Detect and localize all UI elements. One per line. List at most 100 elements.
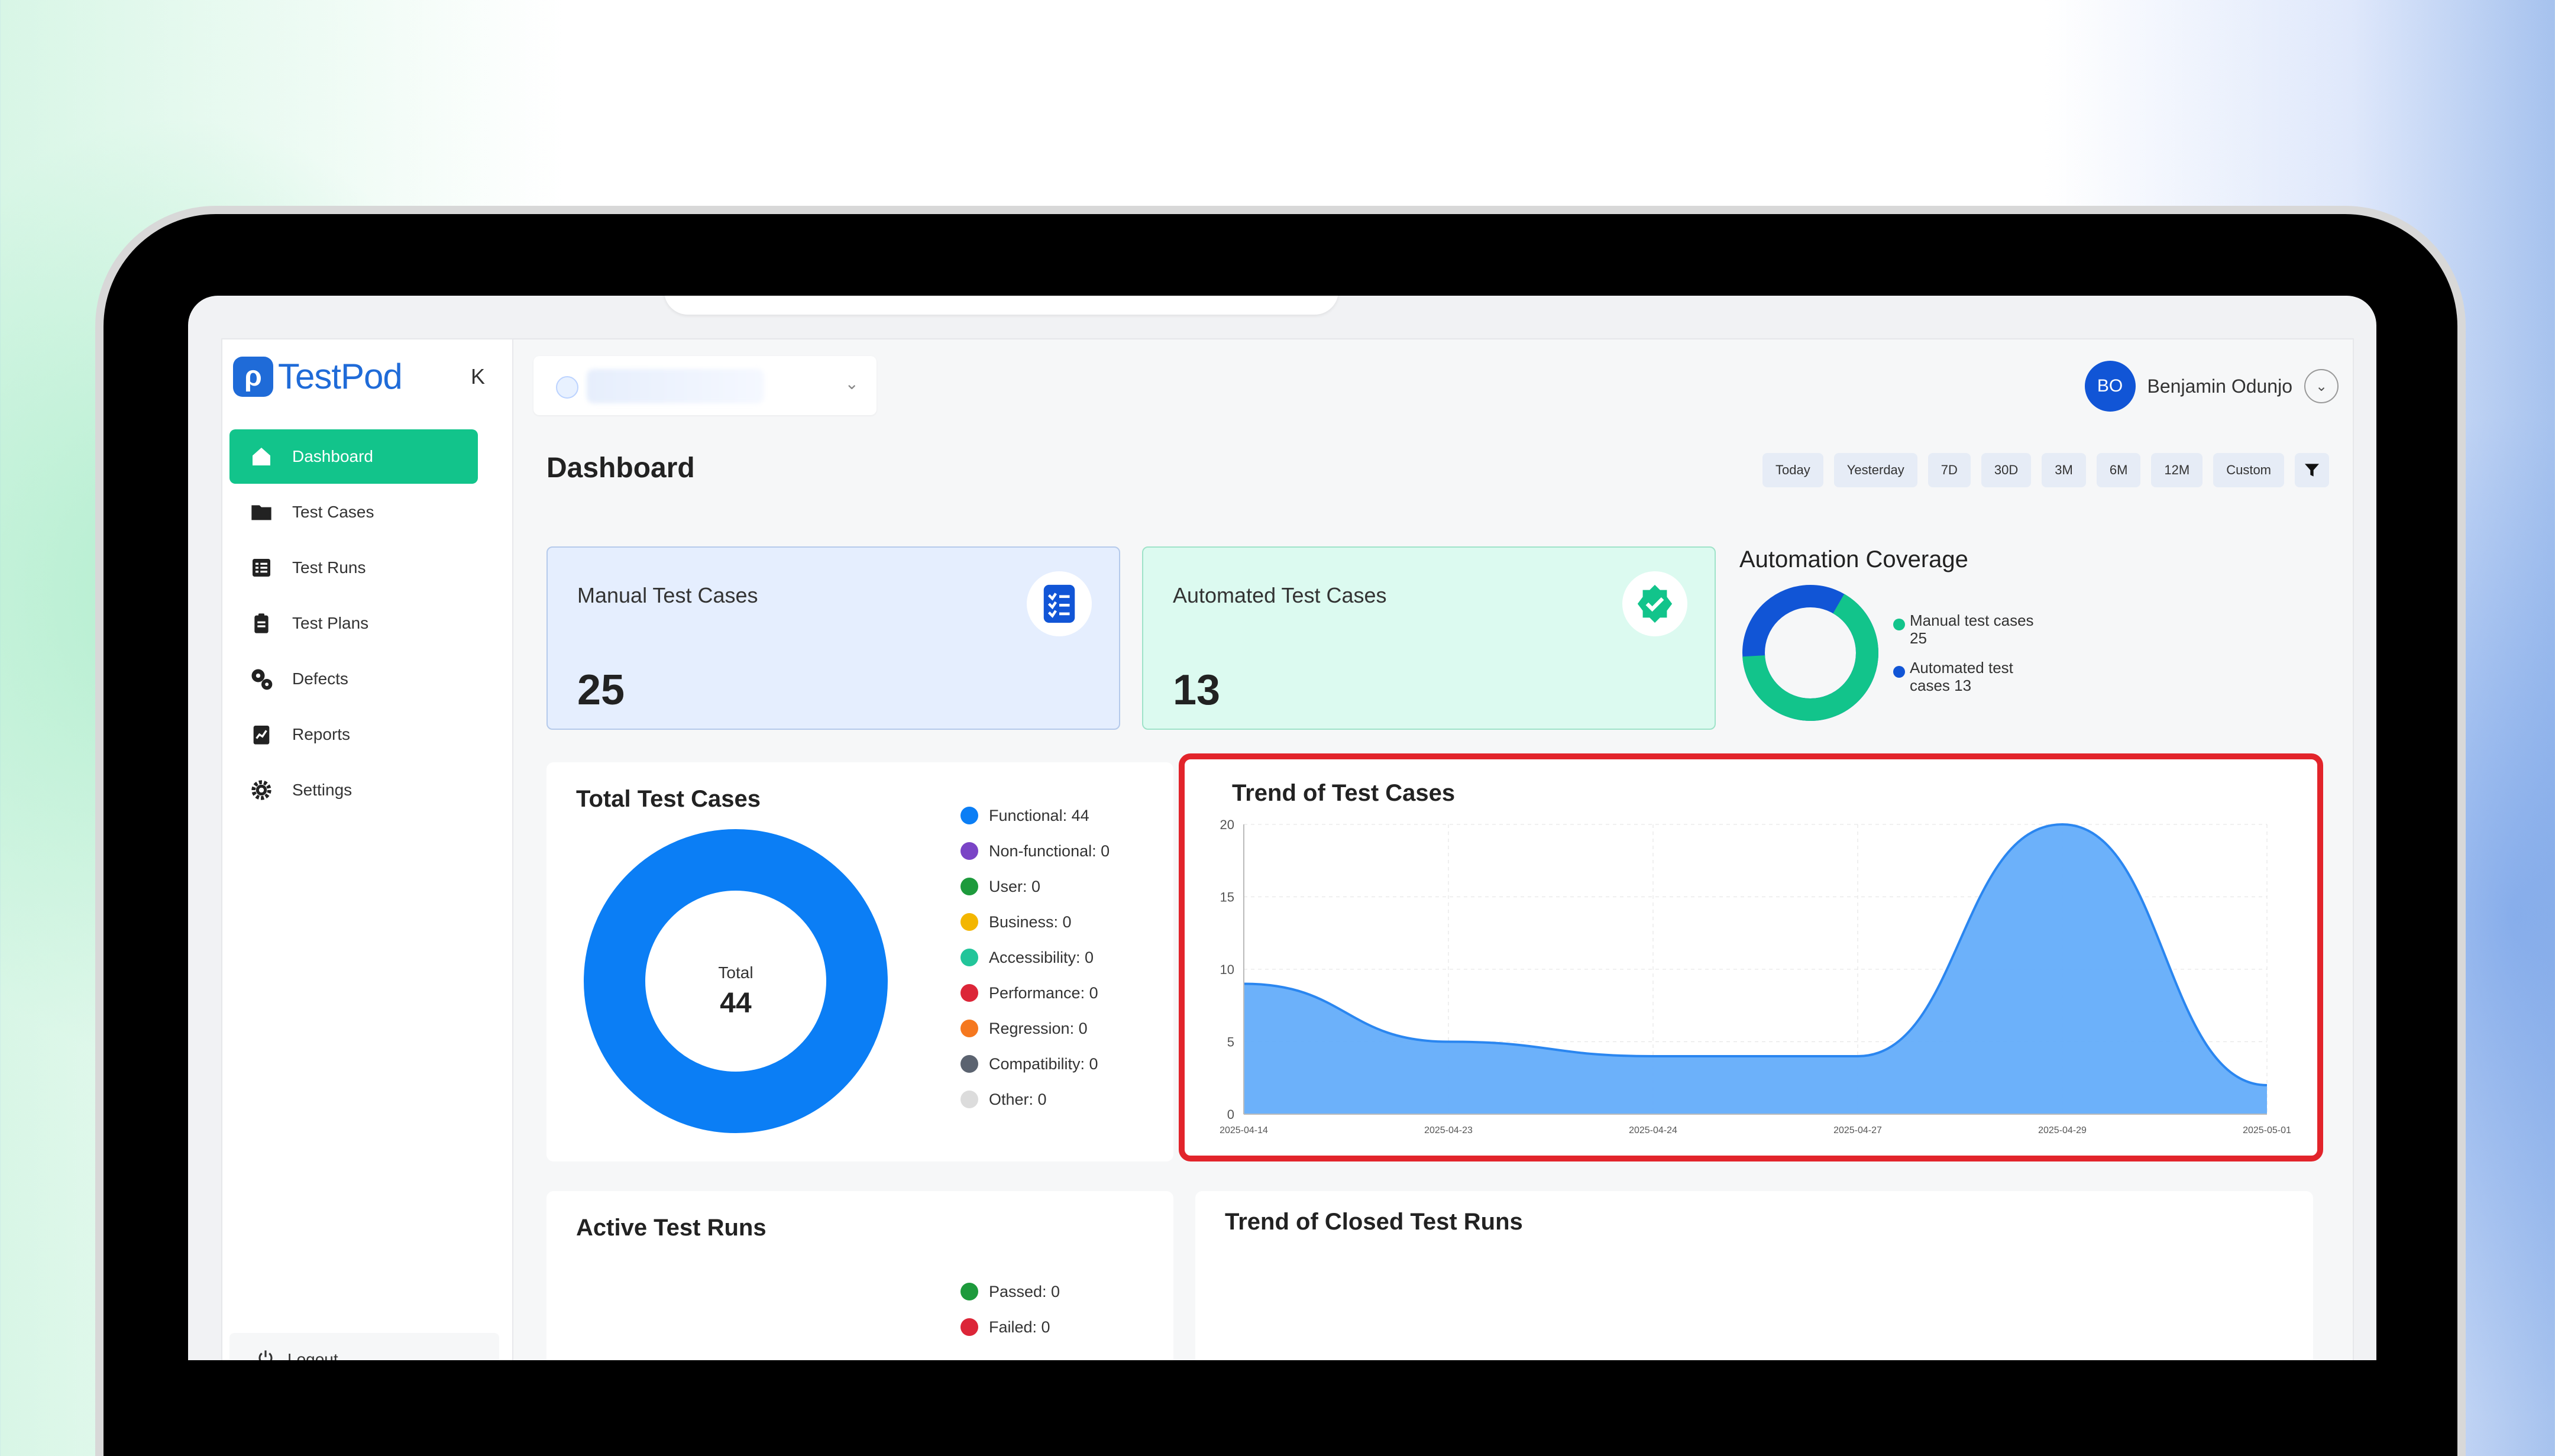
y-tick-label: 5 bbox=[1227, 1035, 1234, 1050]
range-7d-button[interactable]: 7D bbox=[1928, 453, 1971, 487]
device-power-button bbox=[396, 206, 482, 214]
range-custom-button[interactable]: Custom bbox=[2213, 453, 2284, 487]
sidebar-item-test-runs[interactable]: Test Runs bbox=[229, 541, 478, 595]
clipboard-icon bbox=[248, 610, 274, 636]
app-screen: ρ TestPod K Dashboard Test Cases bbox=[188, 296, 2376, 1360]
x-tick-label: 2025-04-14 bbox=[1220, 1125, 1268, 1135]
legend-item: Functional: 44 bbox=[960, 798, 1110, 833]
sidebar-item-dashboard[interactable]: Dashboard bbox=[229, 429, 478, 484]
range-3m-button[interactable]: 3M bbox=[2042, 453, 2086, 487]
stat-label: Automated Test Cases bbox=[1173, 583, 1387, 608]
legend-item: Compatibility: 0 bbox=[960, 1046, 1110, 1082]
sidebar-item-label: Reports bbox=[292, 725, 350, 744]
x-tick-label: 2025-04-29 bbox=[2038, 1125, 2087, 1135]
chevron-down-icon[interactable]: ⌄ bbox=[2304, 369, 2339, 403]
range-12m-button[interactable]: 12M bbox=[2151, 453, 2203, 487]
home-icon bbox=[248, 444, 274, 470]
folder-icon bbox=[248, 499, 274, 525]
checklist-icon bbox=[1027, 571, 1092, 636]
total-test-cases-card: Total Test Cases Total 44 Functional: 44… bbox=[546, 762, 1173, 1161]
total-legend: Functional: 44 Non-functional: 0 User: 0… bbox=[960, 798, 1110, 1117]
logout-button[interactable]: Logout bbox=[229, 1333, 499, 1360]
automation-coverage-widget: Automation Coverage Manual test cases 25… bbox=[1739, 546, 2035, 730]
legend-item: Business: 0 bbox=[960, 904, 1110, 940]
y-tick-label: 0 bbox=[1227, 1107, 1234, 1122]
sidebar-item-test-plans[interactable]: Test Plans bbox=[229, 596, 478, 651]
sidebar-item-label: Dashboard bbox=[292, 447, 373, 466]
sidebar-item-label: Test Runs bbox=[292, 558, 366, 577]
bug-gear-icon bbox=[248, 666, 274, 692]
legend-item: Regression: 0 bbox=[960, 1011, 1110, 1046]
x-tick-label: 2025-04-27 bbox=[1833, 1125, 1882, 1135]
range-6m-button[interactable]: 6M bbox=[2097, 453, 2141, 487]
sidebar-item-defects[interactable]: Defects bbox=[229, 652, 478, 706]
user-menu[interactable]: BO Benjamin Odunjo ⌄ bbox=[2085, 361, 2339, 412]
x-tick-label: 2025-04-24 bbox=[1629, 1125, 1677, 1135]
y-tick-label: 20 bbox=[1220, 817, 1234, 832]
logout-label: Logout bbox=[287, 1350, 338, 1360]
sidebar-item-label: Settings bbox=[292, 781, 352, 800]
sidebar-item-label: Test Plans bbox=[292, 614, 368, 633]
logo-text: TestPod bbox=[278, 356, 402, 397]
main-content: ⌄ BO Benjamin Odunjo ⌄ Dashboard Today Y… bbox=[512, 339, 2353, 1360]
browser-notch bbox=[664, 296, 1338, 315]
verified-badge-icon bbox=[1622, 571, 1687, 636]
avatar: BO bbox=[2085, 361, 2136, 412]
legend-item-automated: Automated test cases 13 bbox=[1893, 659, 2035, 694]
card-title: Total Test Cases bbox=[576, 786, 761, 813]
card-title: Trend of Closed Test Runs bbox=[1225, 1209, 1523, 1235]
filter-button[interactable] bbox=[2295, 453, 2329, 487]
coverage-title: Automation Coverage bbox=[1739, 546, 2035, 573]
x-tick-label: 2025-05-01 bbox=[2243, 1125, 2291, 1135]
coverage-donut[interactable] bbox=[1739, 582, 1881, 724]
sidebar-item-label: Defects bbox=[292, 669, 348, 688]
testpod-logo-icon: ρ bbox=[233, 357, 273, 397]
stat-label: Manual Test Cases bbox=[577, 583, 758, 608]
card-title: Active Test Runs bbox=[576, 1215, 767, 1241]
range-today-button[interactable]: Today bbox=[1762, 453, 1823, 487]
legend-item: Non-functional: 0 bbox=[960, 833, 1110, 869]
page-title: Dashboard bbox=[546, 452, 695, 484]
range-yesterday-button[interactable]: Yesterday bbox=[1834, 453, 1917, 487]
trend-of-closed-test-runs-card: Trend of Closed Test Runs bbox=[1195, 1191, 2313, 1360]
sidebar-item-reports[interactable]: Reports bbox=[229, 707, 478, 762]
device-volume-button bbox=[283, 206, 368, 214]
stat-value: 13 bbox=[1173, 666, 1220, 714]
range-30d-button[interactable]: 30D bbox=[1981, 453, 2031, 487]
project-name-redacted bbox=[587, 369, 764, 403]
legend-item: Performance: 0 bbox=[960, 975, 1110, 1011]
app-frame: ρ TestPod K Dashboard Test Cases bbox=[221, 338, 2354, 1360]
power-icon bbox=[257, 1349, 274, 1361]
legend-item: Other: 0 bbox=[960, 1082, 1110, 1117]
sidebar-item-settings[interactable]: Settings bbox=[229, 763, 478, 817]
date-range-filter: Today Yesterday 7D 30D 3M 6M 12M Custom bbox=[1762, 453, 2329, 487]
active-runs-legend: Passed: 0 Failed: 0 bbox=[960, 1274, 1060, 1345]
trend-chart[interactable]: 051015202025-04-142025-04-232025-04-2420… bbox=[1208, 813, 2308, 1156]
gear-icon bbox=[248, 777, 274, 803]
chevron-down-icon: ⌄ bbox=[845, 374, 859, 393]
list-icon bbox=[248, 555, 274, 581]
user-name: Benjamin Odunjo bbox=[2148, 376, 2292, 397]
legend-item: Passed: 0 bbox=[960, 1274, 1060, 1309]
card-title: Trend of Test Cases bbox=[1232, 780, 1455, 807]
manual-test-cases-card[interactable]: Manual Test Cases 25 bbox=[546, 546, 1120, 730]
donut-center-value: 44 bbox=[582, 987, 890, 1020]
legend-item: Accessibility: 0 bbox=[960, 940, 1110, 975]
donut-center-label: Total bbox=[582, 963, 890, 982]
collapse-sidebar-button[interactable]: K bbox=[471, 364, 485, 389]
filter-icon bbox=[2302, 461, 2321, 480]
coverage-legend: Manual test cases 25 Automated test case… bbox=[1893, 611, 2035, 706]
legend-item: User: 0 bbox=[960, 869, 1110, 904]
sidebar-item-test-cases[interactable]: Test Cases bbox=[229, 485, 478, 539]
project-selector[interactable]: ⌄ bbox=[533, 356, 877, 415]
legend-item-manual: Manual test cases 25 bbox=[1893, 611, 2035, 647]
y-tick-label: 10 bbox=[1220, 962, 1234, 977]
logo[interactable]: ρ TestPod bbox=[233, 356, 402, 397]
automated-test-cases-card[interactable]: Automated Test Cases 13 bbox=[1142, 546, 1716, 730]
active-test-runs-card: Active Test Runs Passed: 0 Failed: 0 bbox=[546, 1191, 1173, 1360]
sidebar: ρ TestPod K Dashboard Test Cases bbox=[222, 339, 513, 1360]
x-tick-label: 2025-04-23 bbox=[1424, 1125, 1473, 1135]
sidebar-item-label: Test Cases bbox=[292, 503, 374, 522]
legend-item: Failed: 0 bbox=[960, 1309, 1060, 1345]
report-icon bbox=[248, 721, 274, 748]
